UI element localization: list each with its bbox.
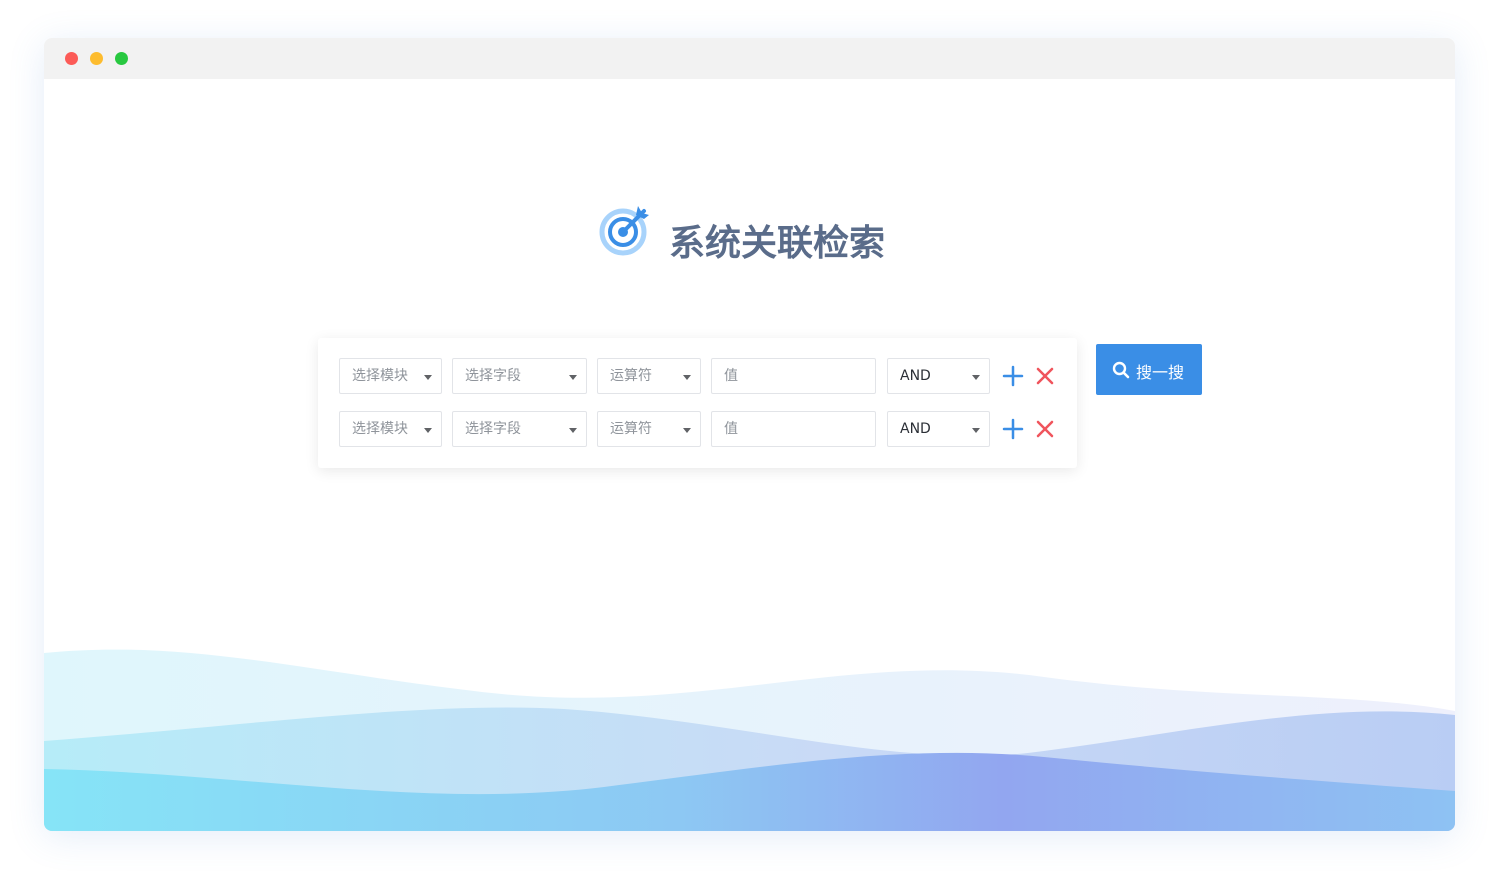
window-titlebar (44, 38, 1455, 79)
search-button[interactable]: 搜一搜 (1096, 344, 1202, 395)
page-title: 系统关联检索 (669, 223, 886, 264)
query-row: 选择模块 选择字段 运算符 值 AND (339, 358, 1069, 396)
module-select-placeholder: 选择模块 (352, 421, 408, 437)
operator-select-placeholder: 运算符 (610, 421, 652, 437)
operator-select-placeholder: 运算符 (610, 368, 652, 384)
caret-down-icon (569, 428, 577, 433)
field-select-placeholder: 选择字段 (465, 368, 521, 384)
decorative-waves (44, 649, 1455, 831)
caret-down-icon (569, 375, 577, 380)
close-window-button[interactable] (65, 52, 78, 65)
query-builder: 选择模块 选择字段 运算符 值 AND 选择模块 选择字段 运算符 值 AND (318, 338, 1077, 468)
logic-select-value: AND (900, 368, 931, 384)
module-select[interactable]: 选择模块 (339, 358, 442, 394)
logic-select[interactable]: AND (887, 358, 990, 394)
field-select[interactable]: 选择字段 (452, 411, 587, 447)
caret-down-icon (972, 428, 980, 433)
query-row: 选择模块 选择字段 运算符 值 AND (339, 411, 1069, 449)
value-input-placeholder: 值 (724, 368, 738, 384)
caret-down-icon (683, 428, 691, 433)
caret-down-icon (683, 375, 691, 380)
module-select[interactable]: 选择模块 (339, 411, 442, 447)
close-icon[interactable] (1033, 417, 1057, 441)
operator-select[interactable]: 运算符 (597, 358, 701, 394)
caret-down-icon (424, 428, 432, 433)
maximize-window-button[interactable] (115, 52, 128, 65)
browser-window: 系统关联检索 选择模块 选择字段 运算符 值 AND 选择模块 选择字段 运算符… (44, 38, 1455, 831)
minimize-window-button[interactable] (90, 52, 103, 65)
field-select[interactable]: 选择字段 (452, 358, 587, 394)
search-icon (1112, 361, 1130, 379)
module-select-placeholder: 选择模块 (352, 368, 408, 384)
plus-icon[interactable] (1001, 364, 1025, 388)
search-button-label: 搜一搜 (1136, 363, 1185, 382)
value-input[interactable]: 值 (711, 411, 876, 447)
caret-down-icon (972, 375, 980, 380)
logic-select[interactable]: AND (887, 411, 990, 447)
caret-down-icon (424, 375, 432, 380)
field-select-placeholder: 选择字段 (465, 421, 521, 437)
logic-select-value: AND (900, 421, 931, 437)
value-input[interactable]: 值 (711, 358, 876, 394)
value-input-placeholder: 值 (724, 421, 738, 437)
operator-select[interactable]: 运算符 (597, 411, 701, 447)
plus-icon[interactable] (1001, 417, 1025, 441)
close-icon[interactable] (1033, 364, 1057, 388)
target-arrow-icon (599, 206, 649, 256)
